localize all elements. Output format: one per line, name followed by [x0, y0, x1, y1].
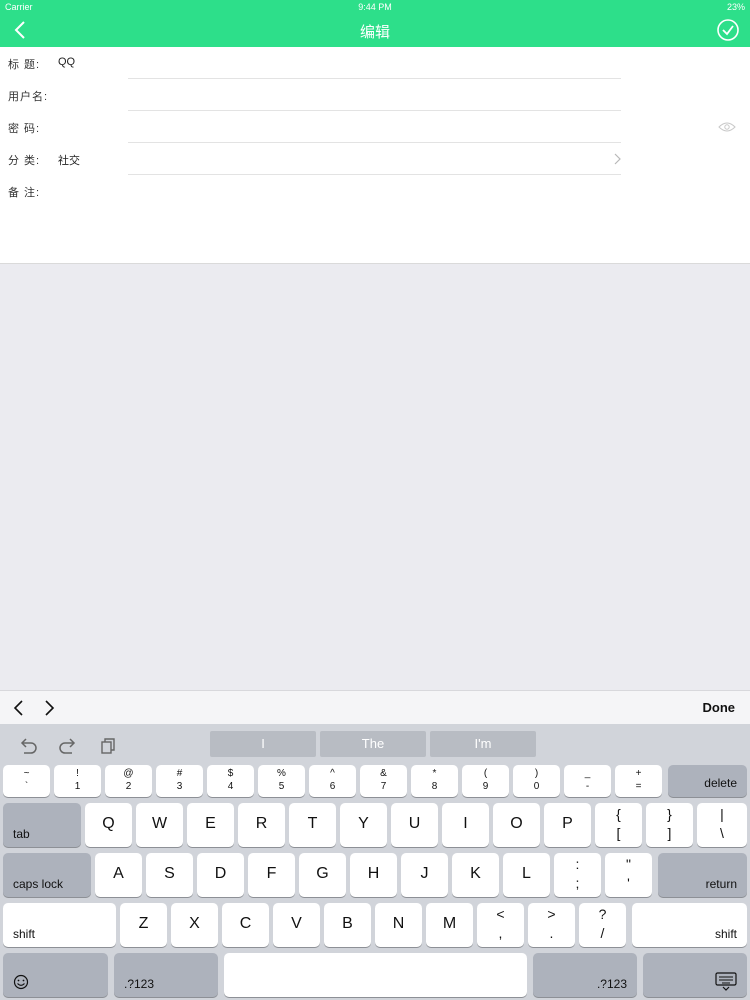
category-field[interactable]: 社交: [58, 152, 80, 168]
key-c[interactable]: C: [222, 903, 269, 947]
back-chevron-icon[interactable]: [12, 19, 30, 41]
key-0[interactable]: ) 0: [513, 765, 560, 797]
key-z[interactable]: Z: [120, 903, 167, 947]
dismiss-keyboard-key[interactable]: [643, 953, 747, 997]
key-7[interactable]: & 7: [360, 765, 407, 797]
suggestion-2[interactable]: The: [320, 731, 426, 757]
key-3[interactable]: #3: [156, 765, 203, 797]
key-v[interactable]: V: [273, 903, 320, 947]
key-1[interactable]: ! 1: [54, 765, 101, 797]
key-g[interactable]: G: [299, 853, 346, 897]
emoji-icon: [13, 974, 29, 990]
keyboard: I The I'm ~ ` ! 1 @2 #3 $4 % 5 ^ 6 & 7 * 8 (9 …: [0, 724, 750, 1000]
key-d[interactable]: D: [197, 853, 244, 897]
key-quote[interactable]: " ': [605, 853, 652, 897]
caps-lock-key[interactable]: caps lock: [3, 853, 91, 897]
return-key[interactable]: return: [658, 853, 747, 897]
keyboard-dismiss-icon: [715, 972, 737, 991]
key-f[interactable]: F: [248, 853, 295, 897]
key-m[interactable]: M: [426, 903, 473, 947]
next-field-icon[interactable]: [42, 699, 56, 717]
eye-icon[interactable]: [718, 121, 736, 133]
undo-icon[interactable]: [18, 737, 38, 755]
status-time: 9:44 PM: [358, 2, 392, 12]
key-w[interactable]: W: [136, 803, 183, 847]
edit-form: 标 题: QQ 用户名: 密 码: 分 类: 社交 备 注:: [0, 47, 750, 264]
key-y[interactable]: Y: [340, 803, 387, 847]
key-t[interactable]: T: [289, 803, 336, 847]
title-field[interactable]: QQ: [58, 56, 75, 68]
key-b[interactable]: B: [324, 903, 371, 947]
key-h[interactable]: H: [350, 853, 397, 897]
navigation-bar: Carrier 9:44 PM 23% 编辑: [0, 0, 750, 47]
note-label: 备 注:: [8, 187, 41, 199]
key-i[interactable]: I: [442, 803, 489, 847]
key-k[interactable]: K: [452, 853, 499, 897]
shift-right-key[interactable]: shift: [632, 903, 747, 947]
key-4[interactable]: $4: [207, 765, 254, 797]
key-j[interactable]: J: [401, 853, 448, 897]
key-period[interactable]: >.: [528, 903, 575, 947]
key-r[interactable]: R: [238, 803, 285, 847]
key-2[interactable]: @2: [105, 765, 152, 797]
category-row[interactable]: 分 类: 社交: [0, 143, 750, 175]
emoji-key[interactable]: [3, 953, 108, 997]
key-backslash[interactable]: | \: [697, 803, 747, 847]
key-q[interactable]: Q: [85, 803, 132, 847]
key-s[interactable]: S: [146, 853, 193, 897]
key-semicolon[interactable]: :;: [554, 853, 601, 897]
redo-icon[interactable]: [58, 737, 78, 755]
key-e[interactable]: E: [187, 803, 234, 847]
previous-field-icon[interactable]: [12, 699, 26, 717]
suggestion-3[interactable]: I'm: [430, 731, 536, 757]
paste-icon[interactable]: [98, 737, 118, 755]
key-p[interactable]: P: [544, 803, 591, 847]
confirm-check-icon[interactable]: [716, 18, 740, 42]
password-label: 密 码:: [8, 123, 41, 135]
key-n[interactable]: N: [375, 903, 422, 947]
delete-key[interactable]: delete: [668, 765, 747, 797]
note-row[interactable]: 备 注:: [0, 175, 750, 207]
key-9[interactable]: (9: [462, 765, 509, 797]
key-a[interactable]: A: [95, 853, 142, 897]
key-o[interactable]: O: [493, 803, 540, 847]
numbers-right-key[interactable]: .?123: [533, 953, 637, 997]
battery-label: 23%: [726, 2, 745, 12]
done-button[interactable]: Done: [703, 700, 736, 715]
key-comma[interactable]: <,: [477, 903, 524, 947]
key-right-brace[interactable]: }]: [646, 803, 693, 847]
key-tilde[interactable]: ~ `: [3, 765, 50, 797]
password-row[interactable]: 密 码:: [0, 111, 750, 143]
keyboard-accessory-bar: Done: [0, 690, 750, 724]
key-u[interactable]: U: [391, 803, 438, 847]
key-x[interactable]: X: [171, 903, 218, 947]
space-key[interactable]: [224, 953, 527, 997]
shift-left-key[interactable]: shift: [3, 903, 116, 947]
title-label: 标 题:: [8, 59, 41, 71]
suggestion-1[interactable]: I: [210, 731, 316, 757]
username-label: 用户名:: [8, 91, 49, 103]
title-row[interactable]: 标 题: QQ: [0, 47, 750, 79]
key-5[interactable]: % 5: [258, 765, 305, 797]
key-8[interactable]: * 8: [411, 765, 458, 797]
key-l[interactable]: L: [503, 853, 550, 897]
key-minus[interactable]: _ -: [564, 765, 611, 797]
key-6[interactable]: ^ 6: [309, 765, 356, 797]
category-label: 分 类:: [8, 155, 41, 167]
page-title: 编辑: [359, 24, 390, 41]
username-row[interactable]: 用户名:: [0, 79, 750, 111]
tab-key[interactable]: tab: [3, 803, 81, 847]
key-left-brace[interactable]: {[: [595, 803, 642, 847]
key-slash[interactable]: ? /: [579, 903, 626, 947]
key-equals[interactable]: + =: [615, 765, 662, 797]
status-bar: Carrier 9:44 PM 23%: [0, 0, 750, 14]
numbers-left-key[interactable]: .?123: [114, 953, 218, 997]
chevron-right-icon: [614, 153, 621, 165]
